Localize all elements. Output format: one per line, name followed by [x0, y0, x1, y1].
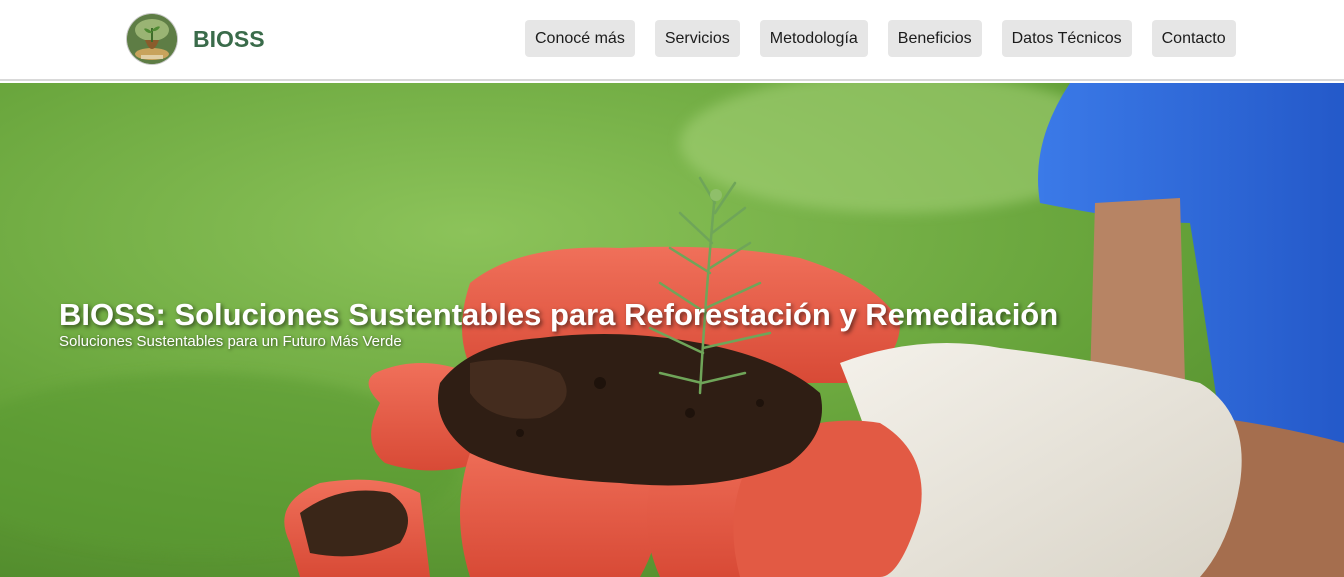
nav-contacto[interactable]: Contacto — [1151, 20, 1236, 57]
hero-title: BIOSS: Soluciones Sustentables para Refo… — [59, 297, 1059, 332]
site-header: BIOSS Conocé más Servicios Metodología B… — [0, 0, 1344, 81]
hero-banner: BIOSS: Soluciones Sustentables para Refo… — [0, 83, 1344, 577]
nav-conoce-mas[interactable]: Conocé más — [525, 20, 635, 57]
bioss-logo[interactable] — [127, 14, 177, 64]
nav-datos-tecnicos[interactable]: Datos Técnicos — [1001, 20, 1132, 57]
nav-metodologia[interactable]: Metodología — [759, 20, 868, 57]
main-nav: Conocé más Servicios Metodología Benefic… — [525, 20, 1236, 57]
nav-beneficios[interactable]: Beneficios — [887, 20, 982, 57]
hero-subtitle: Soluciones Sustentables para un Futuro M… — [59, 333, 402, 350]
sprout-globe-logo-icon — [127, 14, 177, 64]
nav-servicios[interactable]: Servicios — [654, 20, 740, 57]
brand-name[interactable]: BIOSS — [193, 26, 265, 52]
